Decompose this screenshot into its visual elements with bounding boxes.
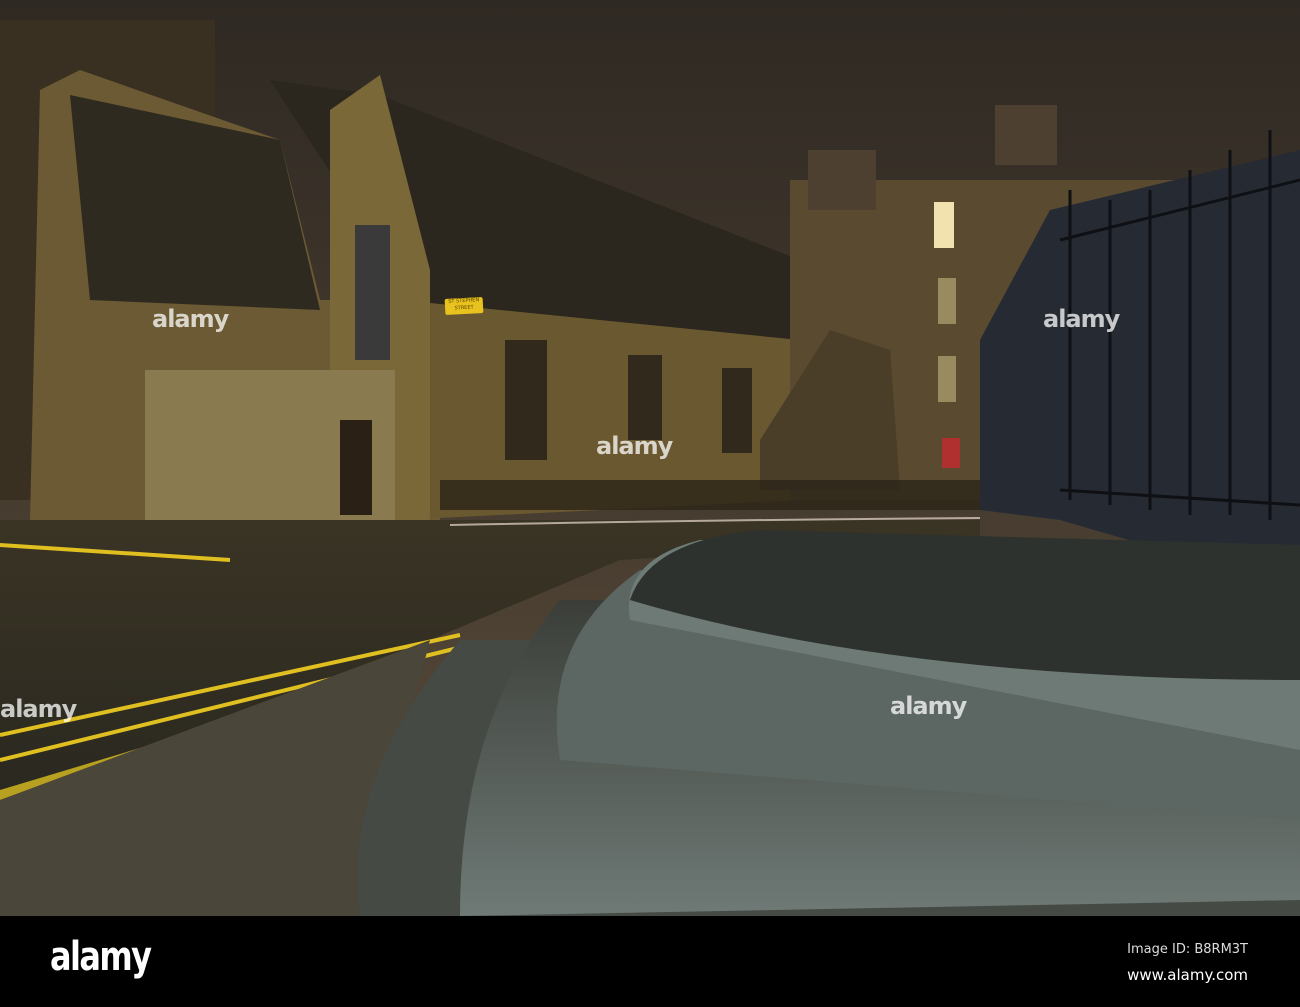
alamy-logo: alamy [50, 934, 152, 980]
lit-window [934, 202, 954, 248]
window [938, 278, 956, 324]
watermark: alamy [152, 305, 229, 333]
chimney [995, 105, 1057, 165]
red-door [942, 438, 960, 468]
street-sign: ST STEPHEN STREET [444, 297, 484, 315]
footer-bar: alamy Image ID: B8RM3T www.alamy.com [0, 916, 1300, 1007]
window [355, 225, 390, 360]
window [628, 355, 662, 440]
watermark: alamy [890, 692, 967, 720]
window [938, 356, 956, 402]
watermark: alamy [0, 695, 77, 723]
low-railing [440, 480, 980, 510]
window [505, 340, 547, 460]
image-id: Image ID: B8RM3T [1127, 942, 1248, 957]
window [722, 368, 752, 453]
church-door [340, 420, 372, 515]
watermark: alamy [1043, 305, 1120, 333]
site-url: www.alamy.com [1127, 966, 1248, 984]
chimney [808, 150, 876, 210]
watermark: alamy [596, 432, 673, 460]
